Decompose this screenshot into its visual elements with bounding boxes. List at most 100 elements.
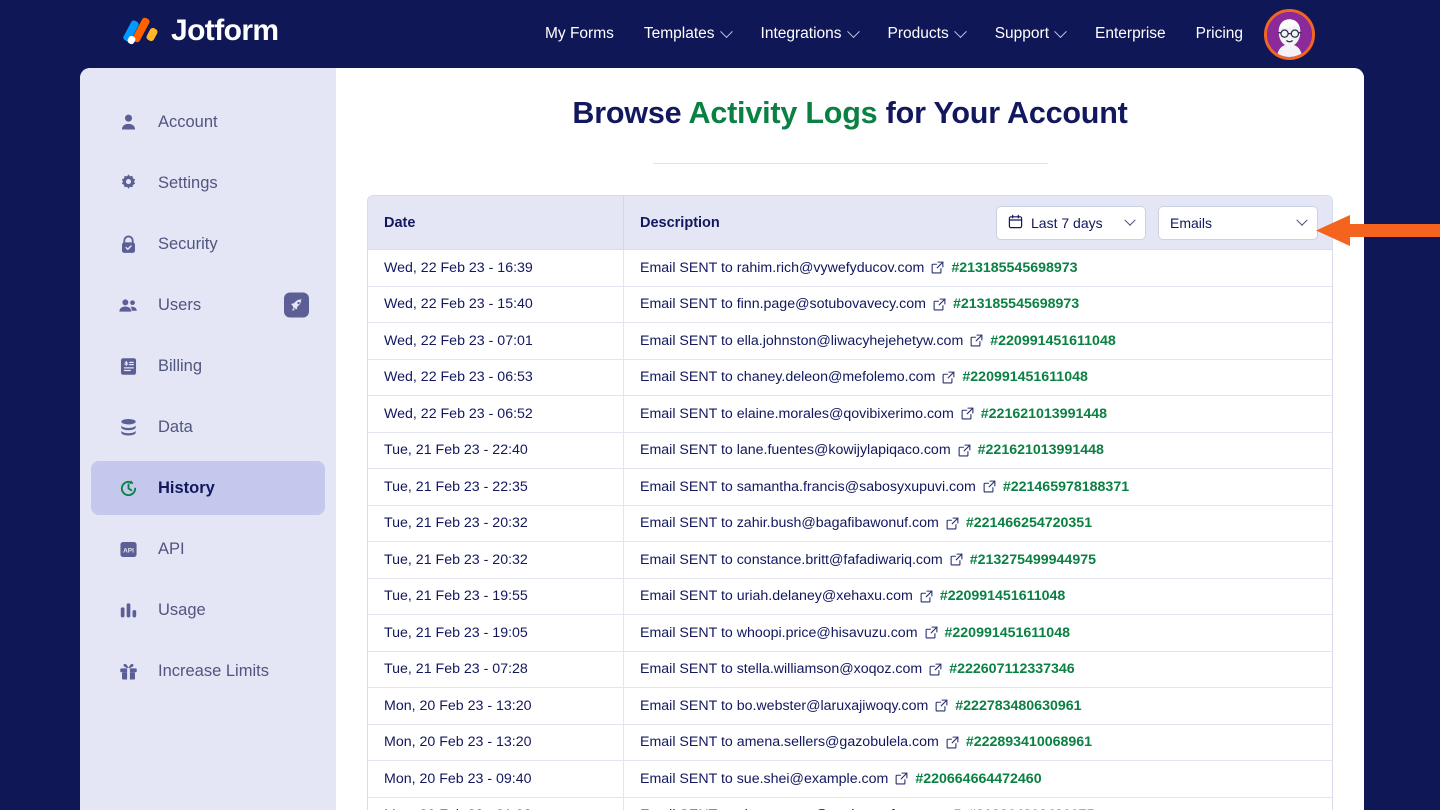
nav-link-label: Templates bbox=[643, 25, 715, 42]
log-id-link[interactable]: #222607112337346 bbox=[949, 661, 1074, 677]
sidebar-item-label: Account bbox=[158, 112, 218, 131]
brand-logo-link[interactable]: Jotform bbox=[122, 14, 279, 48]
log-id-link[interactable]: #213275499944975 bbox=[970, 552, 1096, 568]
cell-description: Email SENT to finn.page@sotubovavecy.com… bbox=[624, 287, 1332, 323]
table-filters: Last 7 days Emails bbox=[996, 205, 1332, 240]
database-icon bbox=[118, 417, 139, 438]
description-text: Email SENT to chaney.deleon@mefolemo.com bbox=[640, 369, 936, 386]
sidebar-item-api[interactable]: API API bbox=[91, 522, 325, 576]
cell-date: Tue, 21 Feb 23 - 19:55 bbox=[368, 578, 624, 614]
log-id-link[interactable]: #220991451611048 bbox=[990, 333, 1115, 349]
external-link-icon[interactable] bbox=[958, 444, 971, 457]
rocket-icon[interactable] bbox=[284, 292, 309, 318]
sidebar-item-usage[interactable]: Usage bbox=[91, 583, 325, 637]
nav-link-products[interactable]: Products bbox=[873, 0, 980, 68]
nav-link-label: Integrations bbox=[760, 25, 842, 42]
description-text: Email SENT to constance.britt@fafadiwari… bbox=[640, 551, 943, 568]
sidebar-item-billing[interactable]: Billing bbox=[91, 339, 325, 393]
external-link-icon[interactable] bbox=[925, 626, 938, 639]
sidebar-item-label: Security bbox=[158, 234, 218, 253]
sidebar: Account Settings Security Users Billing Data H… bbox=[80, 68, 336, 810]
external-link-icon[interactable] bbox=[931, 261, 944, 274]
cell-date: Tue, 21 Feb 23 - 22:35 bbox=[368, 469, 624, 505]
table-row: Wed, 22 Feb 23 - 16:39 Email SENT to rahi… bbox=[368, 250, 1332, 287]
person-icon bbox=[118, 112, 139, 133]
title-divider bbox=[652, 163, 1048, 164]
sidebar-item-account[interactable]: Account bbox=[91, 95, 325, 149]
external-link-icon[interactable] bbox=[950, 553, 963, 566]
table-body: Wed, 22 Feb 23 - 16:39 Email SENT to rahi… bbox=[368, 250, 1332, 810]
description-text: Email SENT to sue.shei@example.com bbox=[640, 770, 889, 787]
log-id-link[interactable]: #220664664472460 bbox=[915, 771, 1041, 787]
log-id-link[interactable]: #213185545698973 bbox=[953, 296, 1079, 312]
sidebar-item-users[interactable]: Users bbox=[91, 278, 325, 332]
nav-link-enterprise[interactable]: Enterprise bbox=[1080, 0, 1181, 68]
cell-date: Tue, 21 Feb 23 - 20:32 bbox=[368, 505, 624, 541]
table-row: Mon, 20 Feb 23 - 13:20 Email SENT to amen… bbox=[368, 724, 1332, 761]
log-id-link[interactable]: #222893410068961 bbox=[966, 734, 1092, 750]
external-link-icon[interactable] bbox=[929, 663, 942, 676]
log-id-link[interactable]: #221621013991448 bbox=[981, 406, 1107, 422]
description-text: Email SENT to rahim.rich@vywefyducov.com bbox=[640, 259, 925, 276]
sidebar-item-history[interactable]: History bbox=[91, 461, 325, 515]
users-icon bbox=[118, 295, 139, 316]
sidebar-item-data[interactable]: Data bbox=[91, 400, 325, 454]
chevron-down-icon bbox=[1124, 214, 1136, 226]
external-link-icon[interactable] bbox=[920, 590, 933, 603]
date-range-dropdown[interactable]: Last 7 days bbox=[996, 205, 1146, 240]
external-link-icon[interactable] bbox=[961, 407, 974, 420]
table-row: Tue, 21 Feb 23 - 19:55 Email SENT to uria… bbox=[368, 578, 1332, 615]
cell-date: Tue, 21 Feb 23 - 22:40 bbox=[368, 432, 624, 468]
log-id-link[interactable]: #221621013991448 bbox=[978, 442, 1104, 458]
cell-description: Email SENT to whoopi.price@hisavuzu.com #… bbox=[624, 615, 1332, 651]
description-text: Email SENT to whoopi.price@hisavuzu.com bbox=[640, 624, 918, 641]
nav-link-templates[interactable]: Templates bbox=[629, 0, 746, 68]
calendar-icon bbox=[1008, 214, 1023, 232]
log-id-link[interactable]: #221466254720351 bbox=[966, 515, 1092, 531]
cell-description: Email SENT to elaine.morales@qovibixerim… bbox=[624, 396, 1332, 432]
external-link-icon[interactable] bbox=[895, 772, 908, 785]
external-link-icon[interactable] bbox=[933, 298, 946, 311]
nav-link-my-forms[interactable]: My Forms bbox=[530, 0, 629, 68]
cell-date: Wed, 22 Feb 23 - 07:01 bbox=[368, 323, 624, 359]
nav-link-pricing[interactable]: Pricing bbox=[1181, 0, 1258, 68]
table-row: Mon, 20 Feb 23 - 01:02Email SENT to gina… bbox=[368, 797, 1332, 810]
description-text: Email SENT to ella.johnston@liwacyhejehe… bbox=[640, 332, 964, 349]
cell-date: Tue, 21 Feb 23 - 07:28 bbox=[368, 651, 624, 687]
external-link-icon[interactable] bbox=[946, 736, 959, 749]
log-id-link[interactable]: #222783480630961 bbox=[955, 698, 1081, 714]
cell-date: Tue, 21 Feb 23 - 20:32 bbox=[368, 542, 624, 578]
log-id-link[interactable]: #221465978188371 bbox=[1003, 479, 1129, 495]
sidebar-item-label: API bbox=[158, 539, 185, 558]
external-link-icon[interactable] bbox=[983, 480, 996, 493]
log-id-link[interactable]: #220991451611048 bbox=[945, 625, 1070, 641]
avatar[interactable] bbox=[1264, 9, 1315, 60]
sidebar-item-settings[interactable]: Settings bbox=[91, 156, 325, 210]
log-id-link[interactable]: #220991451611048 bbox=[940, 588, 1065, 604]
external-link-icon[interactable] bbox=[970, 334, 983, 347]
nav-link-support[interactable]: Support bbox=[980, 0, 1080, 68]
sidebar-item-increase-limits[interactable]: Increase Limits bbox=[91, 644, 325, 698]
cell-description: Email SENT to amena.sellers@gazobulela.c… bbox=[624, 725, 1332, 761]
table-header-row: Date Description Last 7 days Emails bbox=[368, 196, 1332, 250]
log-id-link[interactable]: #220991451611048 bbox=[962, 369, 1087, 385]
nav-link-integrations[interactable]: Integrations bbox=[746, 0, 873, 68]
external-link-icon[interactable] bbox=[946, 517, 959, 530]
nav-link-label: Products bbox=[887, 25, 949, 42]
table-row: Wed, 22 Feb 23 - 07:01 Email SENT to ella… bbox=[368, 323, 1332, 360]
page-title-part1: Browse bbox=[572, 96, 689, 130]
cell-description: Email SENT to zahir.bush@bagafibawonuf.c… bbox=[624, 506, 1332, 542]
external-link-icon[interactable] bbox=[942, 371, 955, 384]
nav-link-label: Pricing bbox=[1195, 25, 1244, 42]
log-type-value: Emails bbox=[1170, 214, 1213, 231]
log-type-dropdown[interactable]: Emails bbox=[1158, 205, 1318, 240]
cell-date: Wed, 22 Feb 23 - 15:40 bbox=[368, 286, 624, 322]
gift-icon bbox=[118, 661, 139, 682]
app-page: Jotform My Forms Templates Integrations Pro… bbox=[0, 0, 1440, 810]
log-id-link[interactable]: #213185545698973 bbox=[951, 260, 1077, 276]
external-link-icon[interactable] bbox=[935, 699, 948, 712]
column-header-description: Description bbox=[640, 214, 720, 231]
sidebar-item-security[interactable]: Security bbox=[91, 217, 325, 271]
page-title: Browse Activity Logs for Your Account bbox=[336, 96, 1364, 131]
cell-description: Email SENT to bo.webster@laruxajiwoqy.co… bbox=[624, 688, 1332, 724]
